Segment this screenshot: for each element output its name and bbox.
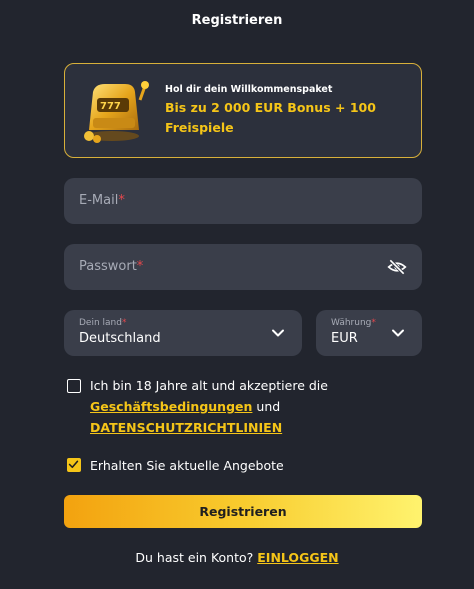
welcome-promo-banner: 777 Hol dir dein Willkommenspaket Bis zu… — [64, 63, 422, 158]
chevron-down-icon — [272, 329, 284, 337]
login-prompt-text: Du hast ein Konto? — [135, 550, 254, 565]
password-placeholder: Passwort* — [79, 259, 144, 274]
currency-select[interactable]: Währung* EUR — [316, 310, 422, 356]
country-select[interactable]: Dein land* Deutschland — [64, 310, 302, 356]
slot-machine-icon: 777 — [84, 81, 149, 143]
login-prompt: Du hast ein Konto? EINLOGGEN — [0, 550, 474, 565]
currency-label: Währung* — [331, 318, 376, 328]
terms-line-2: Geschäftsbedingungen und — [90, 396, 280, 417]
privacy-link[interactable]: DATENSCHUTZRICHTLINIEN — [90, 420, 282, 435]
terms-line-1: Ich bin 18 Jahre alt und akzeptiere die — [90, 378, 328, 393]
svg-text:777: 777 — [100, 101, 121, 112]
offers-label: Erhalten Sie aktuelle Angebote — [90, 458, 284, 473]
promo-headline: Bis zu 2 000 EUR Bonus + 100 Freispiele — [165, 100, 376, 135]
email-placeholder: E-Mail* — [79, 193, 125, 208]
currency-value: EUR — [331, 331, 358, 346]
terms-and: und — [256, 399, 281, 414]
eye-slash-icon[interactable] — [387, 257, 407, 277]
page-title: Registrieren — [191, 13, 283, 28]
terms-line-3: DATENSCHUTZRICHTLINIEN — [90, 417, 282, 438]
promo-subtitle: Hol dir dein Willkommenspaket — [165, 84, 333, 95]
offers-checkbox[interactable] — [67, 458, 81, 472]
terms-checkbox[interactable] — [67, 379, 81, 393]
chevron-down-icon — [392, 329, 404, 337]
country-value: Deutschland — [79, 331, 161, 346]
login-link[interactable]: EINLOGGEN — [257, 550, 338, 565]
register-button[interactable]: Registrieren — [64, 495, 422, 528]
country-label: Dein land* — [79, 318, 127, 328]
checkmark-icon — [68, 460, 79, 469]
email-field[interactable]: E-Mail* — [64, 178, 422, 224]
terms-link[interactable]: Geschäftsbedingungen — [90, 399, 252, 414]
password-field[interactable]: Passwort* — [64, 244, 422, 290]
